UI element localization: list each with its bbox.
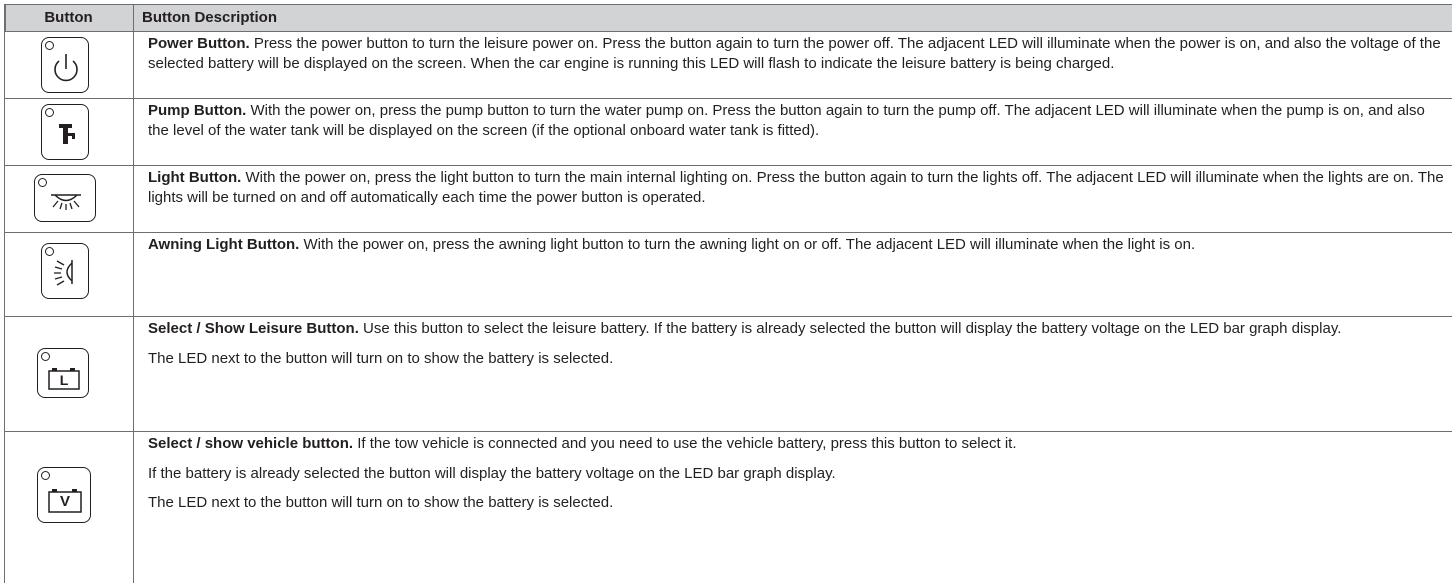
- vehicle-battery-icon: V: [37, 467, 91, 523]
- row-title: Light Button.: [148, 169, 242, 186]
- row-title: Power Button.: [148, 35, 250, 52]
- row-description: Select / show vehicle button. If the tow…: [148, 434, 1448, 513]
- water-tap-icon: [41, 104, 89, 160]
- icon-cell: [4, 166, 134, 232]
- row-extra-text: The LED next to the button will turn on …: [148, 494, 614, 511]
- row-extra-text: If the battery is already selected the b…: [148, 464, 836, 482]
- row-description: Pump Button. With the power on, press th…: [148, 101, 1448, 140]
- row-title: Select / Show Leisure Button.: [148, 320, 359, 337]
- table-row-vehicle-battery: V Select / show vehicle button. If the t…: [4, 432, 1452, 583]
- icon-cell: [4, 99, 134, 165]
- icon-cell: V: [4, 432, 134, 583]
- row-description: Select / Show Leisure Button. Use this b…: [148, 319, 1448, 368]
- row-title: Select / show vehicle button.: [148, 435, 354, 452]
- row-text: Press the power button to turn the leisu…: [148, 35, 1441, 72]
- icon-cell: [4, 233, 134, 316]
- table-row-light: Light Button. With the power on, press t…: [4, 166, 1452, 233]
- header-button: Button: [4, 5, 134, 31]
- row-text: With the power on, press the awning ligh…: [299, 236, 1196, 253]
- table-row-pump: Pump Button. With the power on, press th…: [4, 99, 1452, 166]
- row-description: Power Button. Press the power button to …: [148, 34, 1448, 73]
- row-text: Use this button to select the leisure ba…: [358, 320, 1342, 337]
- icon-cell: L: [4, 317, 134, 431]
- row-description: Awning Light Button. With the power on, …: [148, 235, 1448, 255]
- leisure-battery-icon: L: [37, 348, 89, 398]
- row-text: With the power on, press the light butto…: [148, 169, 1444, 206]
- row-text: If the tow vehicle is connected and you …: [353, 435, 1017, 452]
- row-title: Awning Light Button.: [148, 236, 300, 253]
- table-row-power: Power Button. Press the power button to …: [4, 32, 1452, 99]
- row-extra-text: The LED next to the button will turn on …: [148, 349, 614, 367]
- table-header: Button Button Description: [4, 4, 1452, 32]
- battery-letter: L: [59, 372, 69, 388]
- header-description: Button Description: [142, 9, 277, 26]
- table-row-awning-light: Awning Light Button. With the power on, …: [4, 233, 1452, 317]
- battery-letter: V: [59, 493, 70, 510]
- row-title: Pump Button.: [148, 102, 247, 119]
- ceiling-light-icon: [34, 174, 96, 222]
- awning-light-icon: [41, 243, 89, 299]
- table-row-leisure-battery: L Select / Show Leisure Button. Use this…: [4, 317, 1452, 432]
- power-icon: [41, 37, 89, 93]
- row-description: Light Button. With the power on, press t…: [148, 168, 1448, 207]
- row-text: With the power on, press the pump button…: [148, 102, 1425, 139]
- icon-cell: [4, 32, 134, 98]
